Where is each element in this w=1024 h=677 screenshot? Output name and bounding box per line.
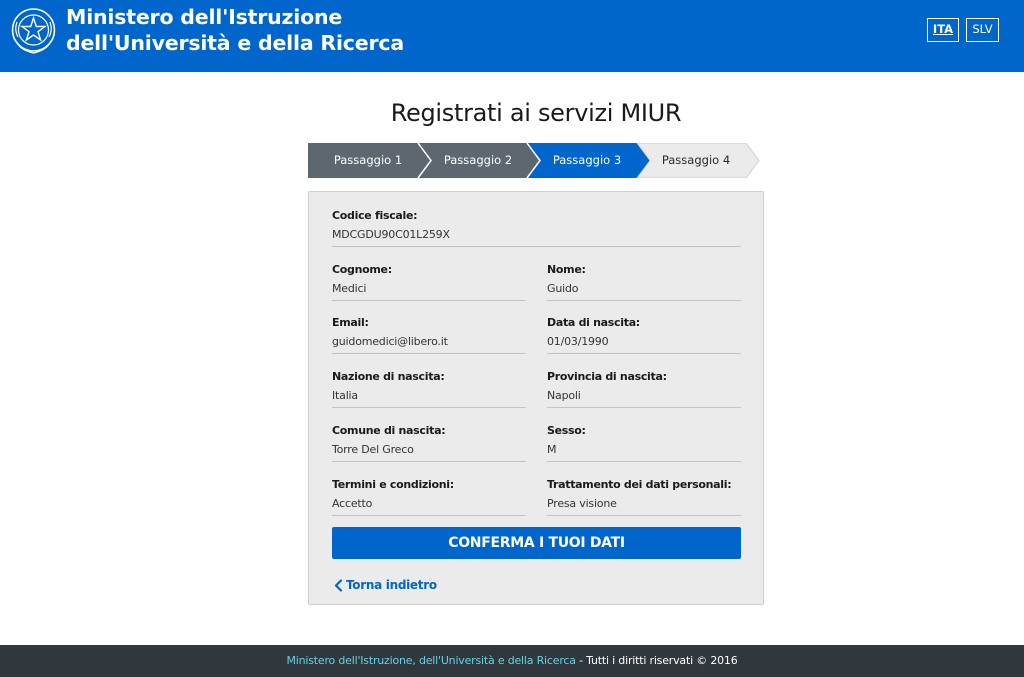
field-termini: Termini e condizioni: Accetto [332, 461, 526, 516]
provincia-nascita-label: Provincia di nascita: [547, 370, 667, 383]
data-nascita-label: Data di nascita: [547, 316, 640, 329]
termini-value: Accetto [332, 497, 373, 510]
italian-republic-emblem-icon [11, 8, 56, 54]
email-label: Email: [332, 316, 369, 329]
brand-title-line1: Ministero dell'Istruzione [66, 5, 343, 29]
field-nome: Nome: Guido [547, 246, 741, 301]
field-email: Email: guidomedici@libero.it [332, 299, 526, 354]
cognome-label: Cognome: [332, 263, 392, 276]
field-codice-fiscale: Codice fiscale: MDCGDU90C01L259X [332, 192, 741, 247]
field-nazione-nascita: Nazione di nascita: Italia [332, 353, 526, 408]
step-2-label: Passaggio 2 [443, 153, 513, 167]
field-trattamento: Trattamento dei dati personali: Presa vi… [547, 461, 741, 516]
field-comune-nascita: Comune di nascita: Torre Del Greco [332, 407, 526, 462]
field-sesso: Sesso: M [547, 407, 741, 462]
site-footer: Ministero dell'Istruzione, dell'Universi… [0, 645, 1024, 677]
back-link[interactable]: Torna indietro [334, 578, 437, 592]
nome-label: Nome: [547, 263, 586, 276]
confirm-data-button[interactable]: CONFERMA I TUOI DATI [332, 527, 741, 559]
nazione-nascita-value: Italia [332, 389, 358, 402]
trattamento-label: Trattamento dei dati personali: [547, 478, 732, 491]
step-4-label: Passaggio 4 [661, 153, 731, 167]
page-title: Registrati ai servizi MIUR [390, 99, 682, 127]
comune-nascita-value: Torre Del Greco [332, 443, 414, 456]
field-provincia-nascita: Provincia di nascita: Napoli [547, 353, 741, 408]
footer-ministry-link[interactable]: Ministero dell'Istruzione, dell'Universi… [286, 654, 576, 667]
cognome-value: Medici [332, 282, 367, 295]
codice-fiscale-value: MDCGDU90C01L259X [332, 228, 450, 241]
data-nascita-value: 01/03/1990 [547, 335, 609, 348]
footer-copyright: - Tutti i diritti riservati © 2016 [575, 654, 738, 667]
language-slv-button[interactable]: SLV [966, 18, 999, 42]
termini-label: Termini e condizioni: [332, 478, 454, 491]
step-3-label: Passaggio 3 [552, 153, 622, 167]
codice-fiscale-label: Codice fiscale: [332, 209, 418, 222]
sesso-label: Sesso: [547, 424, 586, 437]
brand-title-line2: dell'Università e della Ricerca [66, 31, 404, 55]
provincia-nascita-value: Napoli [547, 389, 581, 402]
ministry-brand-title[interactable]: Ministero dell'Istruzione dell'Universit… [66, 4, 404, 56]
step-1-label: Passaggio 1 [333, 153, 403, 167]
site-header: Ministero dell'Istruzione dell'Universit… [0, 0, 1024, 72]
comune-nascita-label: Comune di nascita: [332, 424, 446, 437]
sesso-value: M [547, 443, 557, 456]
registration-stepper: Passaggio 1 Passaggio 2 Passaggio 3 Pass… [308, 143, 760, 178]
back-link-label: Torna indietro [346, 578, 437, 592]
chevron-left-icon [334, 578, 343, 592]
trattamento-value: Presa visione [547, 497, 617, 510]
field-data-nascita: Data di nascita: 01/03/1990 [547, 299, 741, 354]
language-ita-button[interactable]: ITA [927, 18, 959, 42]
registration-summary-card: Codice fiscale: MDCGDU90C01L259X Cognome… [308, 191, 764, 605]
nome-value: Guido [547, 282, 579, 295]
email-value: guidomedici@libero.it [332, 335, 448, 348]
field-cognome: Cognome: Medici [332, 246, 526, 301]
nazione-nascita-label: Nazione di nascita: [332, 370, 445, 383]
